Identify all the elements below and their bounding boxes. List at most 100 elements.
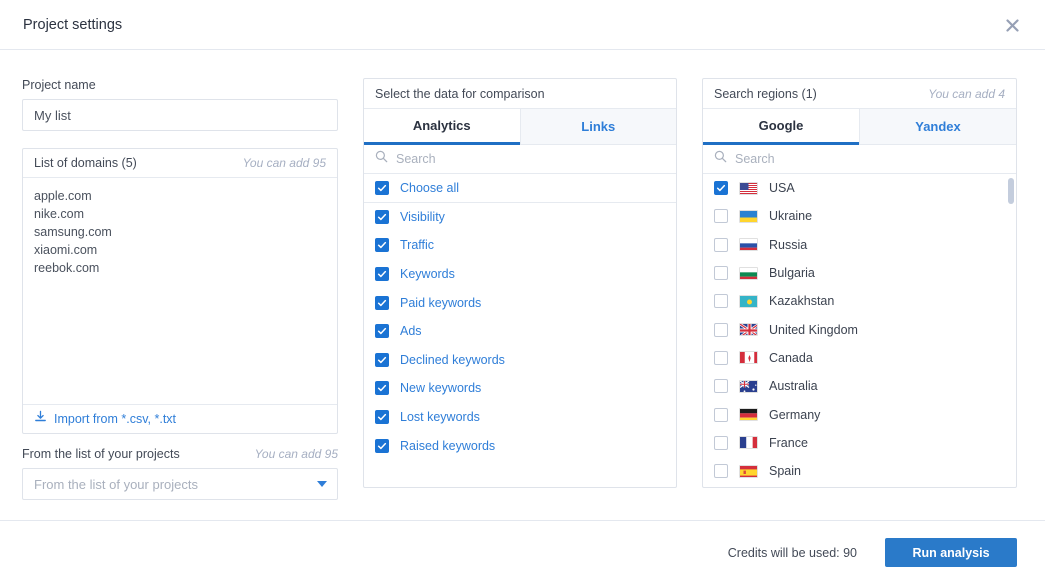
checkbox-checked-icon[interactable] [714,181,728,195]
comparison-option-row[interactable]: Traffic [364,231,676,260]
checkbox-unchecked-icon[interactable] [714,323,728,337]
checkbox-checked-icon[interactable] [375,210,389,224]
region-row[interactable]: Spain [703,457,1016,485]
region-row[interactable]: Canada [703,344,1016,372]
regions-card-title: Search regions (1) [714,87,817,101]
checkbox-unchecked-icon[interactable] [714,464,728,478]
region-row[interactable]: Bulgaria [703,259,1016,287]
comparison-options-list[interactable]: Choose all Visibility Traffic KeywordsPaid … [364,174,676,487]
checkbox-checked-icon[interactable] [375,353,389,367]
comparison-option-row[interactable]: Choose all [364,174,676,203]
domain-list-item: apple.com [34,187,326,205]
region-label: Ukraine [769,209,812,223]
tab-yandex[interactable]: Yandex [859,109,1016,145]
regions-scroll-thumb[interactable] [1008,178,1014,204]
comparison-option-row[interactable]: Visibility [364,203,676,232]
comparison-card: Select the data for comparison Analytics… [363,78,677,488]
regions-quota-hint: You can add 4 [928,87,1005,101]
comparison-option-row[interactable]: Ads [364,317,676,346]
comparison-option-row[interactable]: Lost keywords [364,403,676,432]
checkbox-checked-icon[interactable] [375,238,389,252]
checkbox-checked-icon[interactable] [375,267,389,281]
comparison-option-label: Lost keywords [400,410,480,424]
region-row[interactable]: Australia [703,372,1016,400]
region-row[interactable]: Germany [703,400,1016,428]
projects-select-input[interactable] [22,468,338,500]
regions-scrollbar[interactable] [1008,178,1014,487]
comparison-option-row[interactable]: Keywords [364,260,676,289]
comparison-data-column: Select the data for comparison Analytics… [363,78,677,488]
region-row[interactable]: Kazakhstan [703,287,1016,315]
import-label: Import from *.csv, *.txt [54,412,176,426]
region-row[interactable]: USA [703,174,1016,202]
import-button[interactable]: Import from *.csv, *.txt [23,404,337,433]
region-label: France [769,436,808,450]
footer-divider [0,520,1045,521]
checkbox-unchecked-icon[interactable] [714,238,728,252]
regions-tabs: GoogleYandex [703,109,1016,145]
flag-icon-us [739,182,758,195]
comparison-option-row[interactable]: Raised keywords [364,431,676,460]
checkbox-unchecked-icon[interactable] [714,351,728,365]
comparison-card-title: Select the data for comparison [375,87,545,101]
comparison-option-label: Choose all [400,181,459,195]
checkbox-unchecked-icon[interactable] [714,209,728,223]
checkbox-checked-icon[interactable] [375,181,389,195]
comparison-search-row[interactable]: Search [364,145,676,174]
domain-list-item: reebok.com [34,259,326,277]
regions-search-row[interactable]: Search [703,145,1016,174]
checkbox-unchecked-icon[interactable] [714,294,728,308]
regions-card-header: Search regions (1) You can add 4 [703,79,1016,109]
tab-links[interactable]: Links [520,109,677,145]
tab-google[interactable]: Google [703,109,859,145]
checkbox-unchecked-icon[interactable] [714,266,728,280]
regions-list-wrapper: USA Ukraine RussiaBulgariaKazakhstan United… [703,174,1016,487]
region-label: USA [769,181,795,195]
projects-quota-hint: You can add 95 [255,447,338,461]
regions-list[interactable]: USA Ukraine RussiaBulgariaKazakhstan United… [703,174,1016,485]
checkbox-checked-icon[interactable] [375,324,389,338]
search-icon [375,150,388,168]
checkbox-checked-icon[interactable] [375,381,389,395]
flag-icon-ru [739,238,758,251]
checkbox-checked-icon[interactable] [375,439,389,453]
checkbox-unchecked-icon[interactable] [714,379,728,393]
comparison-option-row[interactable]: Declined keywords [364,346,676,375]
checkbox-checked-icon[interactable] [375,296,389,310]
chevron-down-icon[interactable] [317,481,327,487]
comparison-option-label: Traffic [400,238,434,252]
checkbox-unchecked-icon[interactable] [714,436,728,450]
regions-search-placeholder: Search [735,152,775,166]
domains-panel-header: List of domains (5) You can add 95 [23,149,337,178]
comparison-option-label: New keywords [400,381,481,395]
comparison-option-row[interactable]: Paid keywords [364,288,676,317]
region-row[interactable]: Russia [703,231,1016,259]
domains-quota-hint: You can add 95 [243,156,326,170]
project-name-label: Project name [22,78,338,92]
domains-panel-title: List of domains (5) [34,156,137,170]
comparison-option-row[interactable]: New keywords [364,374,676,403]
checkbox-unchecked-icon[interactable] [714,408,728,422]
comparison-card-header: Select the data for comparison [364,79,676,109]
close-icon[interactable] [1001,14,1023,36]
flag-icon-ca [739,351,758,364]
run-analysis-button[interactable]: Run analysis [885,538,1017,567]
page-title: Project settings [23,17,122,33]
credits-text: Credits will be used: 90 [728,546,857,560]
comparison-option-label: Ads [400,324,422,338]
project-name-input[interactable] [22,99,338,131]
flag-icon-fr [739,436,758,449]
domains-panel: List of domains (5) You can add 95 apple… [22,148,338,434]
domain-list-item: nike.com [34,205,326,223]
region-label: United Kingdom [769,323,858,337]
search-regions-column: Search regions (1) You can add 4 GoogleY… [702,78,1017,488]
region-label: Canada [769,351,813,365]
region-row[interactable]: Ukraine [703,202,1016,230]
region-row[interactable]: France [703,429,1016,457]
checkbox-checked-icon[interactable] [375,410,389,424]
tab-analytics[interactable]: Analytics [364,109,520,145]
region-row[interactable]: United Kingdom [703,315,1016,343]
flag-icon-gb [739,323,758,336]
domains-list[interactable]: apple.comnike.comsamsung.comxiaomi.comre… [23,178,337,404]
flag-icon-bg [739,267,758,280]
